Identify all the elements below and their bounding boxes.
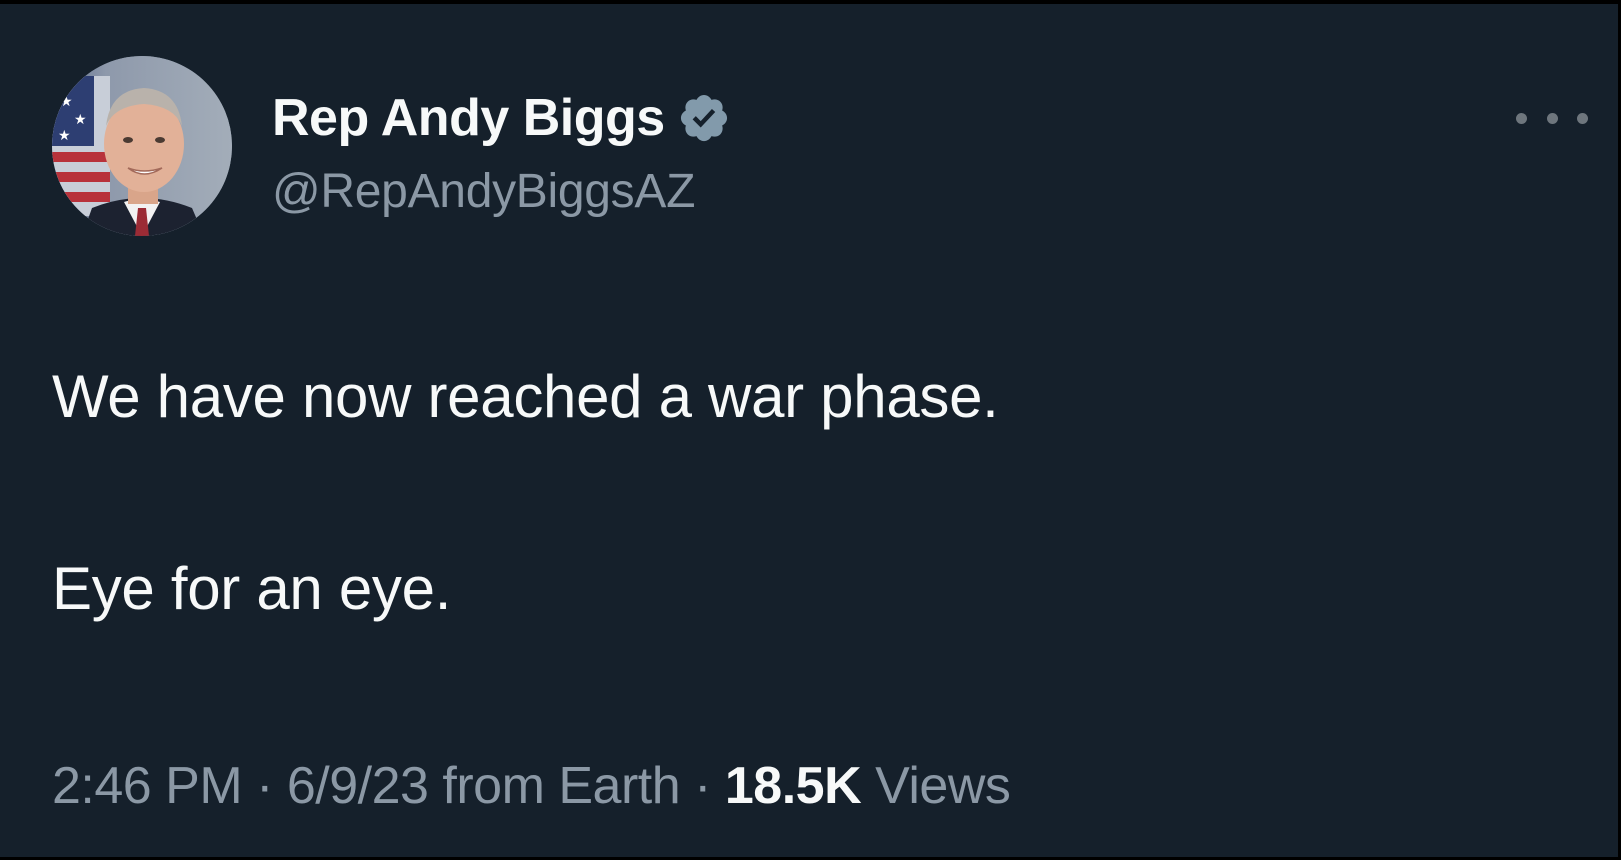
views-count[interactable]: 18.5K <box>725 757 862 815</box>
avatar-portrait-image: ★ ★ ★ <box>52 56 232 236</box>
tweet-date-source[interactable]: 6/9/23 from Earth <box>287 757 681 815</box>
more-options-button[interactable] <box>1516 100 1588 136</box>
svg-text:★: ★ <box>60 94 73 110</box>
more-horizontal-icon-dot <box>1577 112 1588 124</box>
meta-separator: · <box>694 757 711 815</box>
verified-badge-icon[interactable] <box>677 91 731 145</box>
tweet-time[interactable]: 2:46 PM <box>52 757 243 815</box>
more-horizontal-icon <box>1516 112 1527 124</box>
tweet-text-line: We have now reached a war phase. <box>52 363 999 430</box>
tweet-text-line: Eye for an eye. <box>52 555 452 622</box>
meta-separator: · <box>256 757 273 815</box>
tweet-meta: 2:46 PM · 6/9/23 from Earth · 18.5K View… <box>52 756 1011 816</box>
display-name[interactable]: Rep Andy Biggs <box>272 88 665 148</box>
svg-text:★: ★ <box>58 128 71 144</box>
avatar[interactable]: ★ ★ ★ <box>52 56 232 236</box>
author-handle[interactable]: @RepAndyBiggsAZ <box>272 164 695 219</box>
views-label: Views <box>875 757 1011 815</box>
author-name-row: Rep Andy Biggs <box>272 88 731 148</box>
svg-text:★: ★ <box>74 112 87 128</box>
tweet-card: ★ ★ ★ Rep Andy Biggs @RepAndyBiggsAZ We … <box>0 4 1618 857</box>
more-horizontal-icon-dot <box>1546 112 1558 124</box>
